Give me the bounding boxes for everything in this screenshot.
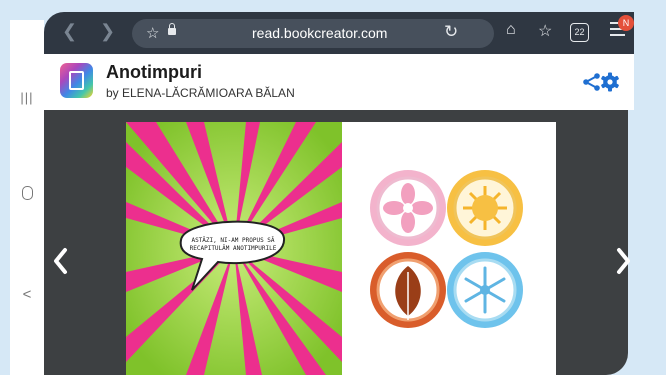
url-text[interactable]: read.bookcreator.com <box>252 25 387 41</box>
seasons-illustration <box>370 170 523 328</box>
seasons-page <box>342 122 556 375</box>
book-spread: ASTĂZI, NI-AM PROPUS SĂ RECAPITULĂM ANOT… <box>126 122 556 375</box>
leaf-icon <box>370 252 446 328</box>
browser-back-button[interactable]: ❮ <box>62 21 77 42</box>
book-author: by ELENA-LĂCRĂMIOARA BĂLAN <box>106 86 295 100</box>
share-icon[interactable] <box>582 72 602 92</box>
profile-badge: N <box>618 15 634 31</box>
snowflake-icon <box>447 252 523 328</box>
flower-icon <box>370 170 446 246</box>
bookmarks-icon[interactable]: ☆ <box>538 21 552 41</box>
reload-icon[interactable]: ↻ <box>444 22 458 42</box>
browser-forward-button[interactable]: ❯ <box>100 21 115 42</box>
next-page-button[interactable] <box>614 246 632 276</box>
speech-bubble-text: ASTĂZI, NI-AM PROPUS SĂ RECAPITULĂM ANOT… <box>189 237 277 252</box>
android-nav-bar: ||| < <box>10 20 44 375</box>
book-title: Anotimpuri <box>106 62 202 82</box>
browser-home-icon[interactable]: ⌂ <box>506 21 516 39</box>
recent-apps-button[interactable]: ||| <box>10 90 44 105</box>
browser-toolbar: ❮ ❯ ☆ read.bookcreator.com ↻ ⌂ ☆ 22 N <box>44 12 634 54</box>
app-header: Anotimpuri by ELENA-LĂCRĂMIOARA BĂLAN <box>44 54 634 110</box>
home-icon <box>21 186 33 200</box>
sun-icon <box>447 170 523 246</box>
bookmark-star-icon[interactable]: ☆ <box>146 24 159 42</box>
book-creator-logo <box>60 63 93 98</box>
comic-page: ASTĂZI, NI-AM PROPUS SĂ RECAPITULĂM ANOT… <box>126 122 342 375</box>
address-bar[interactable]: ☆ read.bookcreator.com ↻ <box>132 19 494 48</box>
gear-icon[interactable] <box>600 72 620 92</box>
lock-icon <box>168 23 176 35</box>
previous-page-button[interactable] <box>52 246 70 276</box>
tabs-counter-button[interactable]: 22 <box>570 23 589 42</box>
home-button[interactable] <box>10 186 44 205</box>
back-button[interactable]: < <box>10 286 44 303</box>
